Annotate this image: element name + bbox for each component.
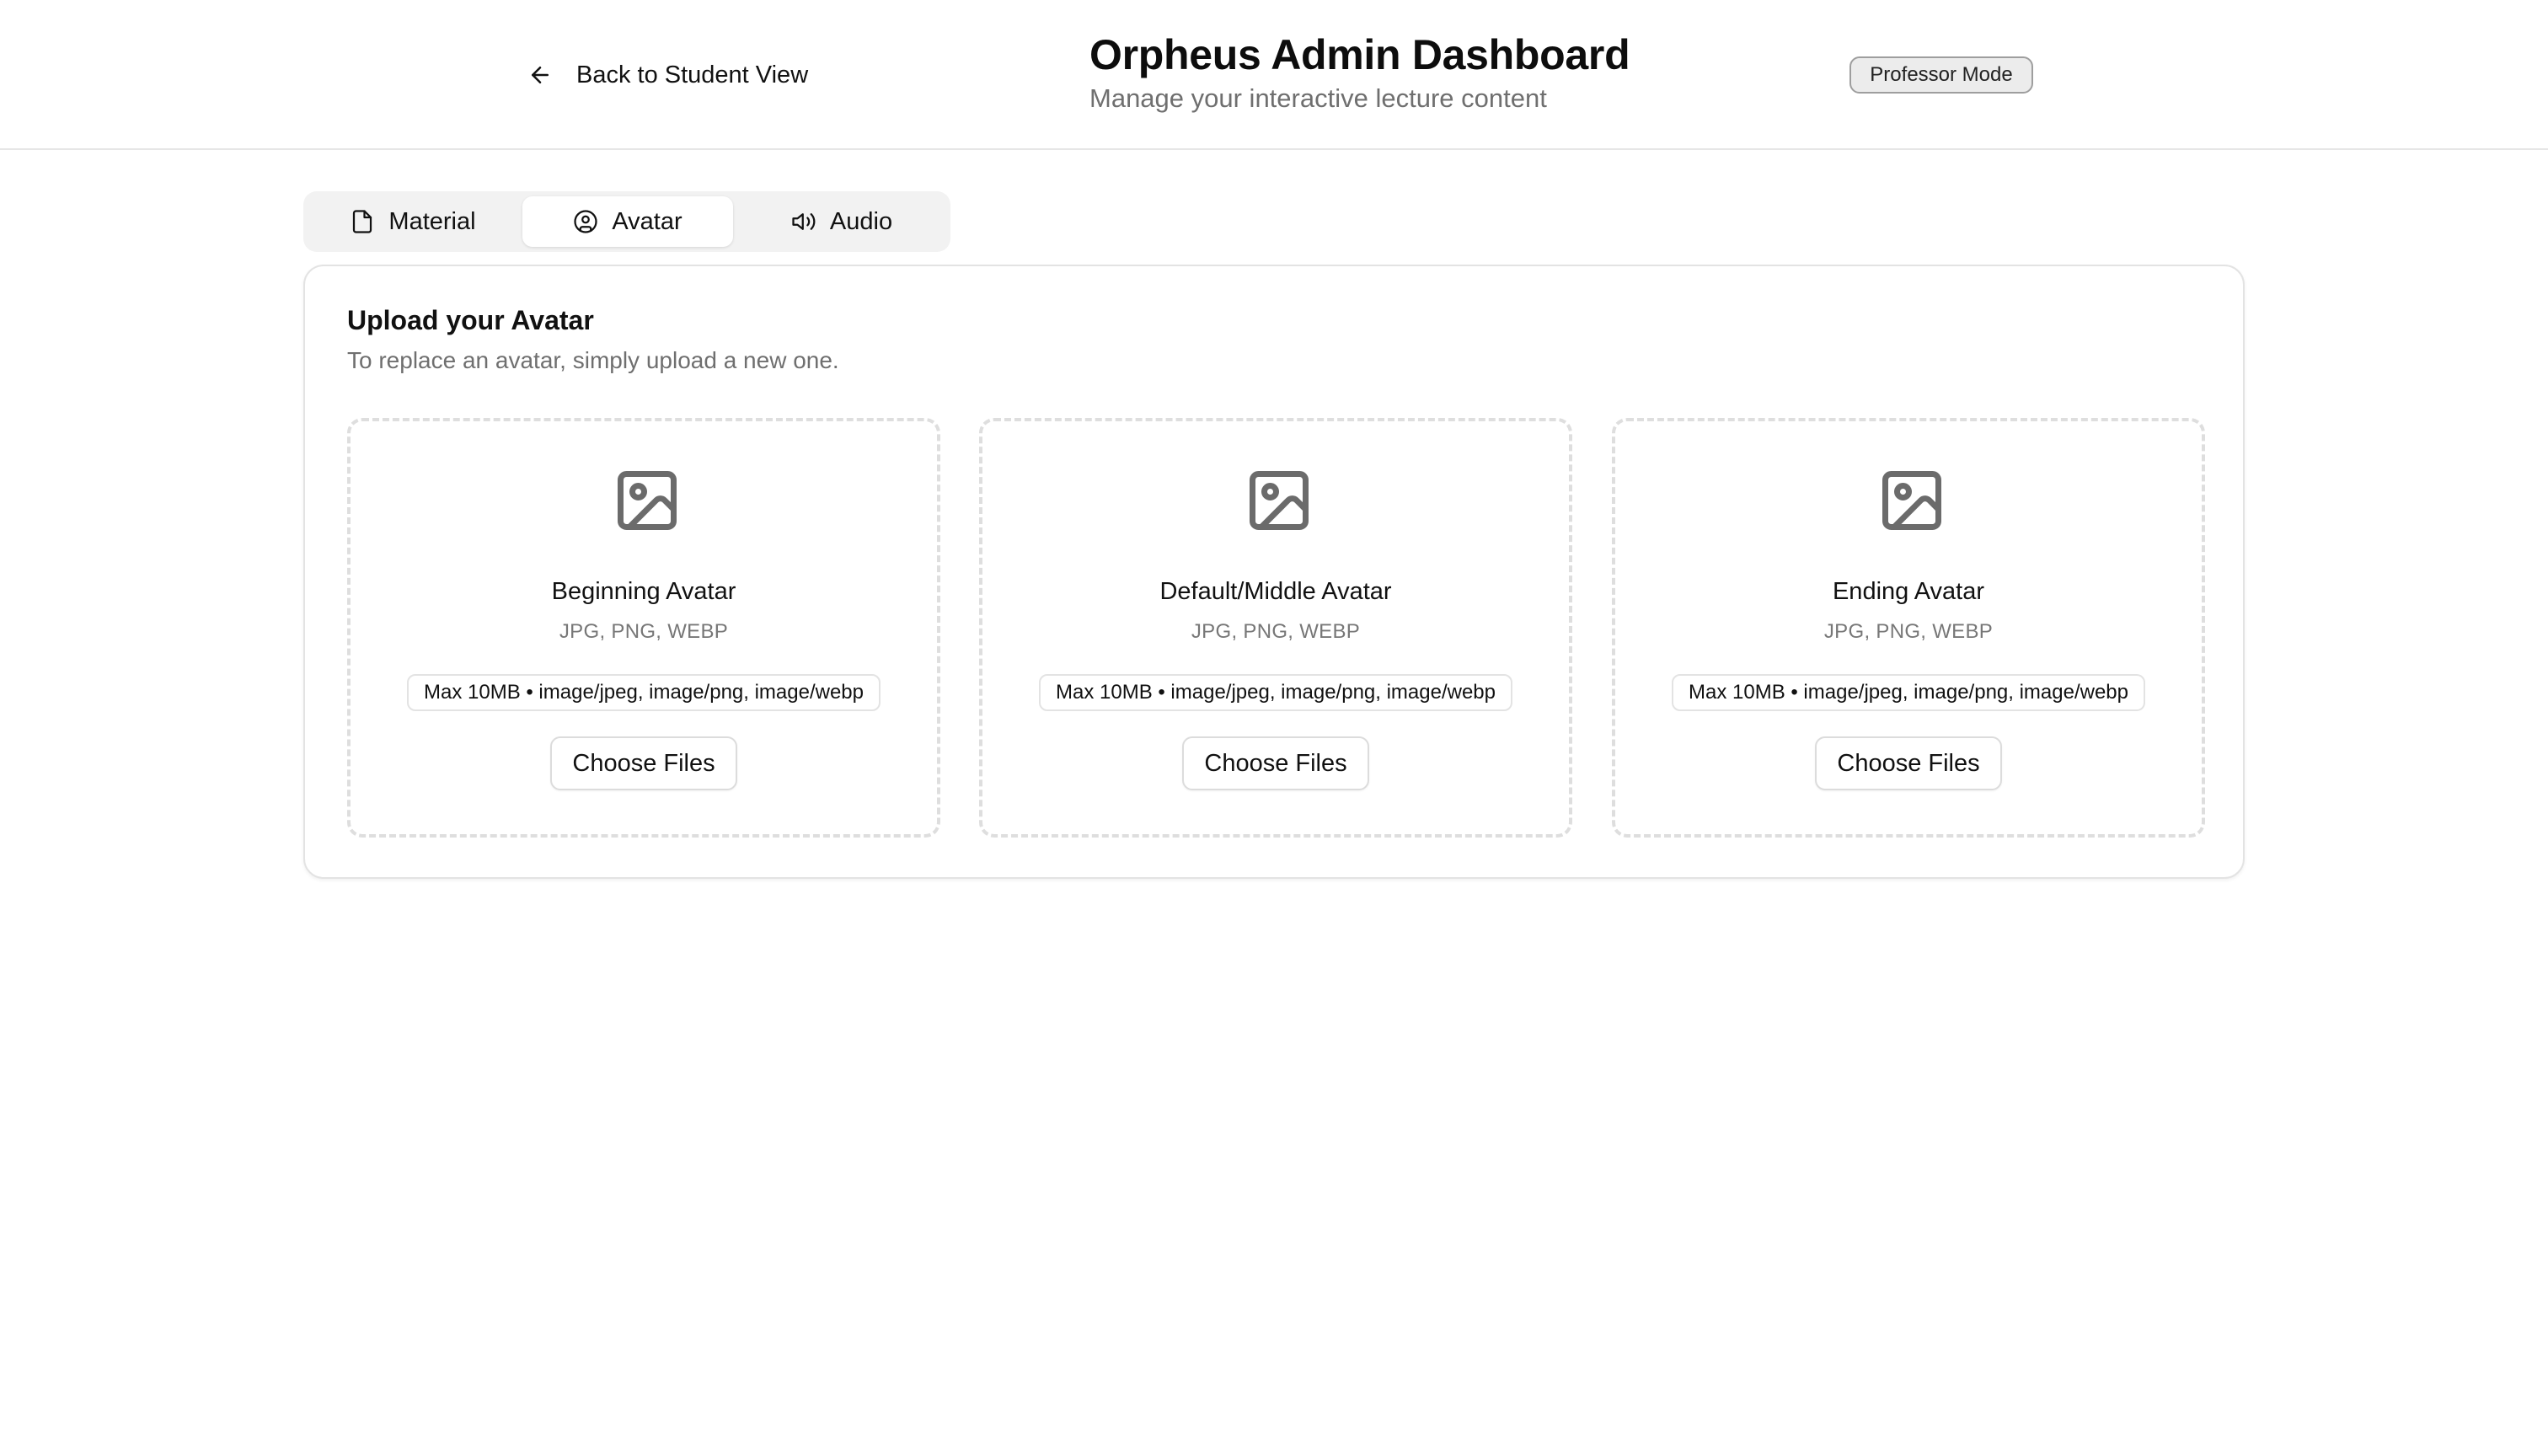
- professor-mode-badge: Professor Mode: [1849, 56, 2033, 94]
- tab-avatar-label: Avatar: [612, 207, 682, 235]
- file-icon: [353, 210, 372, 233]
- card-title: Upload your Avatar: [347, 305, 594, 335]
- tab-avatar[interactable]: Avatar: [522, 196, 733, 247]
- arrow-left-icon: [532, 67, 549, 83]
- tab-audio-label: Audio: [829, 207, 893, 235]
- dropzone-file-types: JPG, PNG, WEBP: [1191, 620, 1361, 643]
- dropzone-size-limit: Max 10MB • image/jpeg, image/png, image/…: [1671, 674, 2146, 711]
- tab-material[interactable]: Material: [308, 196, 517, 247]
- image-icon: [1250, 471, 1309, 530]
- user-circle-icon: [574, 210, 597, 233]
- choose-files-button[interactable]: Choose Files: [1815, 736, 2002, 790]
- dropzone-title: Beginning Avatar: [551, 578, 736, 605]
- back-link-label: Back to Student View: [576, 61, 809, 88]
- page-header: Back to Student View Orpheus Admin Dashb…: [0, 0, 2548, 150]
- speaker-icon: [792, 213, 816, 230]
- back-to-student-view-link[interactable]: Back to Student View: [527, 56, 808, 94]
- dropzone-file-types: JPG, PNG, WEBP: [1823, 620, 1994, 643]
- middle-avatar-dropzone[interactable]: Default/Middle Avatar JPG, PNG, WEBP Max…: [979, 418, 1572, 838]
- page-title: Orpheus Admin Dashboard: [1089, 31, 1630, 78]
- dropzone-size-limit: Max 10MB • image/jpeg, image/png, image/…: [406, 674, 881, 711]
- admin-dashboard-page: Back to Student View Orpheus Admin Dashb…: [0, 0, 2548, 1456]
- page-subtitle: Manage your interactive lecture content: [1089, 83, 1547, 113]
- tab-material-label: Material: [388, 207, 476, 235]
- ending-avatar-dropzone[interactable]: Ending Avatar JPG, PNG, WEBP Max 10MB • …: [1612, 418, 2205, 838]
- dropzone-file-types: JPG, PNG, WEBP: [559, 620, 729, 643]
- image-icon: [618, 471, 677, 530]
- choose-files-button[interactable]: Choose Files: [1182, 736, 1369, 790]
- content-tabs: Material Avatar Audio: [303, 191, 950, 252]
- tab-audio[interactable]: Audio: [738, 196, 945, 247]
- title-block: Orpheus Admin Dashboard Manage your inte…: [1089, 29, 1630, 116]
- image-icon: [1882, 471, 1941, 530]
- choose-files-button[interactable]: Choose Files: [550, 736, 737, 790]
- card-description: To replace an avatar, simply upload a ne…: [347, 347, 839, 373]
- avatar-upload-card: Upload your Avatar To replace an avatar,…: [303, 265, 2245, 879]
- dropzone-title: Default/Middle Avatar: [1159, 578, 1392, 605]
- dropzone-size-limit: Max 10MB • image/jpeg, image/png, image/…: [1038, 674, 1513, 711]
- dropzone-title: Ending Avatar: [1832, 578, 1985, 605]
- beginning-avatar-dropzone[interactable]: Beginning Avatar JPG, PNG, WEBP Max 10MB…: [347, 418, 940, 838]
